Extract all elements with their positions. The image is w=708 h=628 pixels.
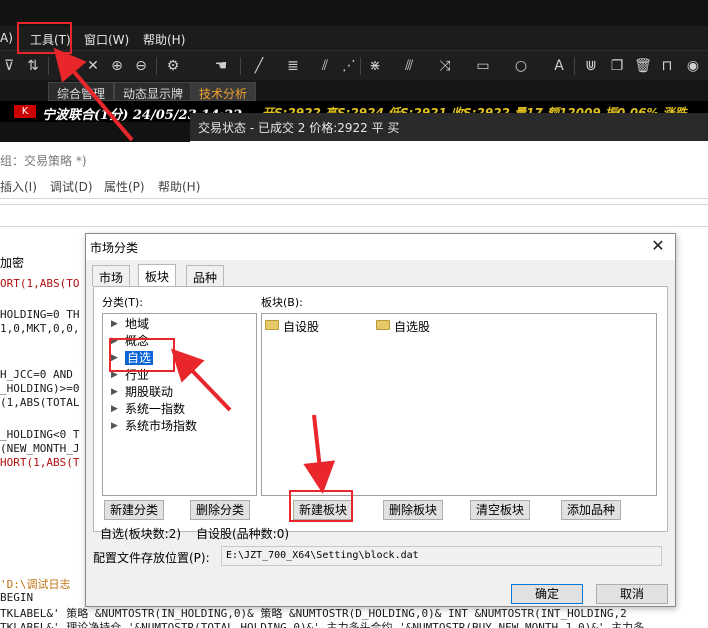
arrow-to-tools-menu [53, 47, 134, 142]
arrow-to-selected-category [170, 348, 232, 412]
arrow-to-new-block-button [303, 414, 336, 494]
tab-block[interactable]: 板块 [138, 264, 177, 286]
annotation-arrows [53, 47, 336, 494]
